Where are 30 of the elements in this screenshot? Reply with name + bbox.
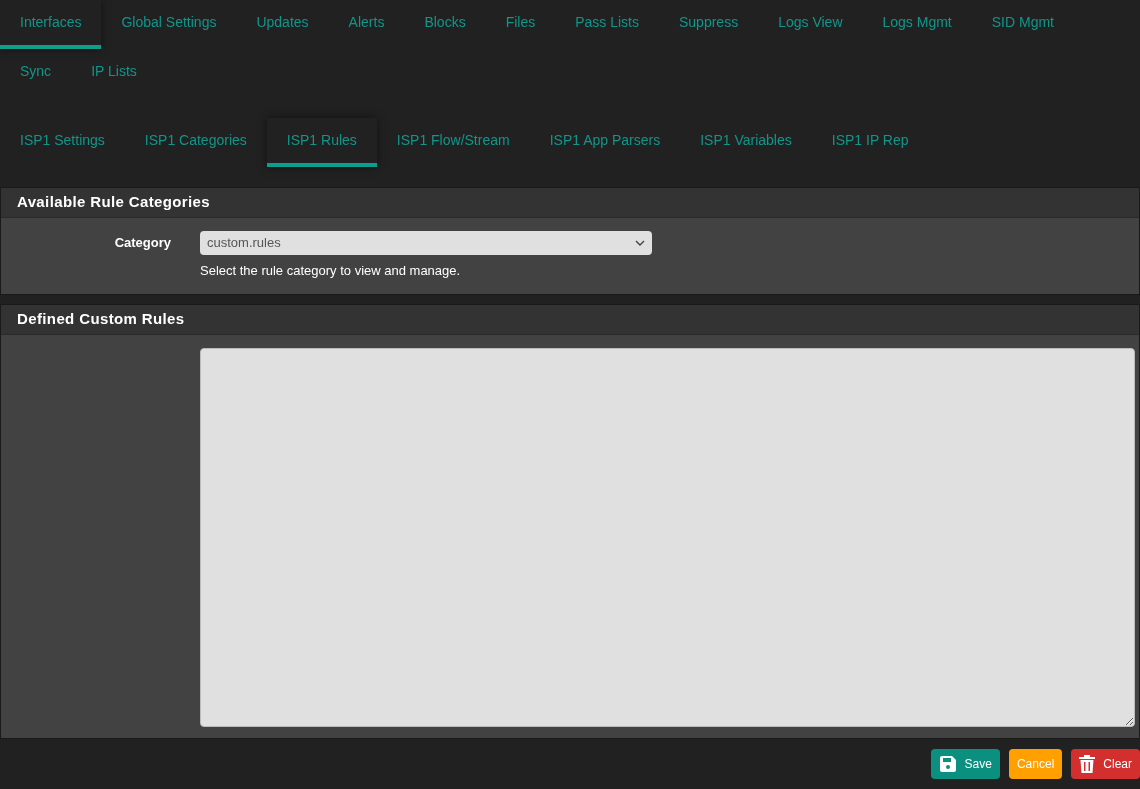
tab[interactable]: Blocks — [404, 0, 486, 49]
tab[interactable]: ISP1 Settings — [0, 118, 125, 167]
tab[interactable]: ISP1 Flow/Stream — [376, 118, 530, 167]
trash-icon — [1079, 754, 1096, 773]
tab[interactable]: Global Settings — [101, 0, 237, 49]
tab[interactable]: Interfaces — [0, 0, 102, 49]
tab[interactable]: SID Mgmt — [971, 0, 1074, 49]
category-select[interactable]: custom.rules — [200, 231, 652, 255]
chevron-down-icon — [635, 240, 645, 246]
tab[interactable]: Files — [485, 0, 556, 49]
tab[interactable]: Pass Lists — [555, 0, 659, 49]
tab[interactable]: Sync — [0, 49, 72, 98]
tab[interactable]: IP Lists — [71, 49, 157, 98]
tab[interactable]: ISP1 Variables — [680, 118, 812, 167]
tab[interactable]: Logs View — [758, 0, 863, 49]
tab[interactable]: ISP1 IP Rep — [811, 118, 929, 167]
field-label: Category — [113, 234, 171, 252]
tab[interactable]: ISP1 Rules — [266, 118, 377, 167]
help-text: Select the rule category to view and manage. — [200, 262, 462, 280]
tab[interactable]: Alerts — [328, 0, 405, 49]
save-button[interactable]: Save — [930, 748, 1000, 779]
rules-text-area[interactable] — [200, 347, 1135, 727]
panel-title: Available Rule Categories — [17, 192, 211, 213]
tab[interactable]: Logs Mgmt — [862, 0, 972, 49]
clear-button[interactable]: Clear — [1071, 748, 1140, 779]
tab[interactable]: ISP1 Categories — [124, 118, 267, 167]
tab[interactable]: Updates — [236, 0, 329, 49]
panel-title: Defined Custom Rules — [17, 308, 185, 329]
tab[interactable]: ISP1 App Parsers — [529, 118, 681, 167]
tab[interactable]: Suppress — [659, 0, 759, 49]
